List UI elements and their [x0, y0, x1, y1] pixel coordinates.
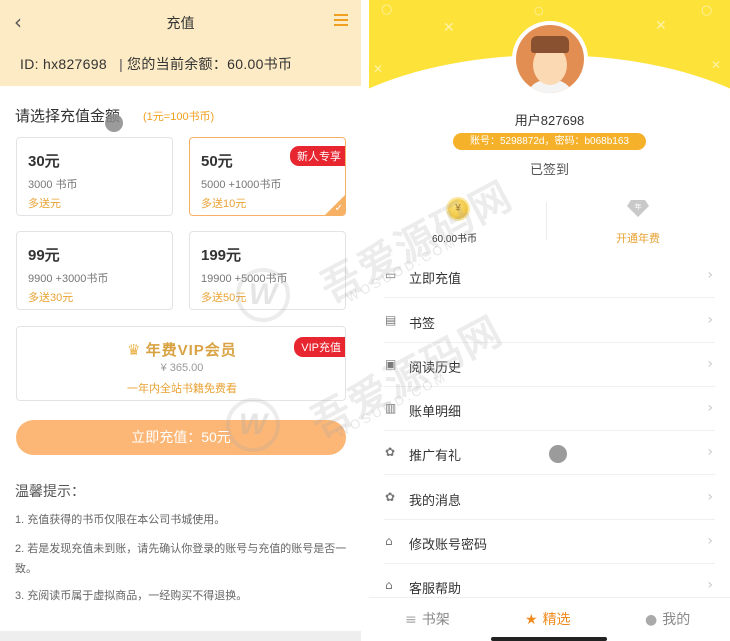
- tips-title: 温馨提示：: [15, 483, 85, 499]
- vip-description: 一年内全站书籍免费看: [127, 383, 237, 395]
- chevron-right-icon: ›: [707, 267, 713, 283]
- bookmark-icon: ▤: [385, 313, 397, 327]
- balance-text: 您的当前余额：60.00书币: [127, 56, 293, 72]
- row-divider: [384, 297, 715, 298]
- tab-label: 精选: [542, 611, 571, 627]
- pay-now-button[interactable]: 立即充值：50元: [16, 420, 346, 455]
- tab-featured[interactable]: ★ 精选: [525, 609, 571, 629]
- watermark-logo: W: [236, 268, 290, 322]
- option-amount: 50元: [201, 153, 233, 170]
- avatar[interactable]: [516, 25, 584, 93]
- decor-cross: ✕: [443, 20, 455, 36]
- account-credentials-badge: 账号：5298872d，密码：b068b163: [453, 133, 646, 150]
- star-icon: ★: [525, 612, 538, 628]
- vip-annual-option[interactable]: ♛ 年费VIP会员 ¥ 365.00 一年内全站书籍免费看 VIP充值: [16, 326, 346, 401]
- password-icon: ⌂: [385, 534, 393, 548]
- bottom-tab-bar: ≡ 书架 ★ 精选 ● 我的: [369, 597, 730, 641]
- chevron-right-icon: ›: [707, 400, 713, 416]
- option-coins: 9900 +3000书币: [28, 273, 109, 285]
- exchange-rate-label: (1元=100书币): [143, 111, 215, 123]
- chevron-right-icon: ›: [707, 489, 713, 505]
- diamond-icon: 年: [627, 200, 649, 217]
- decor-cross: ✕: [711, 58, 722, 72]
- tip-item: 3. 充阅读币属于虚拟商品，一经购买不得退换。: [15, 590, 248, 602]
- new-user-badge: 新人专享: [290, 146, 345, 166]
- option-bonus: 多送10元: [201, 198, 247, 210]
- chevron-right-icon: ›: [707, 577, 713, 593]
- svg-text:年: 年: [635, 202, 642, 211]
- option-coins: 3000 书币: [28, 179, 78, 191]
- stat-divider: [546, 202, 547, 240]
- chevron-right-icon: ›: [707, 533, 713, 549]
- annual-vip-link[interactable]: 开通年费: [616, 230, 660, 246]
- bottom-strip: [0, 631, 361, 641]
- username: 用户827698: [514, 113, 585, 128]
- sign-in-status[interactable]: 已签到: [369, 159, 730, 178]
- recharge-option-30[interactable]: 30元 3000 书币 多送元: [16, 137, 173, 216]
- option-amount: 99元: [28, 247, 60, 264]
- option-coins: 5000 +1000书币: [201, 179, 282, 191]
- hamburger-menu-icon[interactable]: [334, 14, 348, 27]
- chevron-right-icon: ›: [707, 444, 713, 460]
- tab-label: 我的: [662, 611, 691, 627]
- recharge-option-99[interactable]: 99元 9900 +3000书币 多送30元: [16, 231, 173, 310]
- separator: |: [119, 56, 124, 72]
- decor-circle: ○: [701, 3, 713, 18]
- menu-item-messages[interactable]: ✿ 我的消息 ›: [369, 476, 730, 520]
- bookshelf-icon: ≡: [405, 612, 417, 628]
- option-amount: 199元: [201, 247, 242, 264]
- decor-cross: ✕: [655, 18, 667, 34]
- avatar-hair: [531, 36, 569, 53]
- menu-item-promotion[interactable]: ✿ 推广有礼 ›: [369, 431, 730, 475]
- touch-indicator: [549, 445, 567, 463]
- menu-item-label: 我的消息: [409, 493, 462, 508]
- id-label: ID:: [20, 56, 39, 72]
- user-icon: ●: [645, 612, 658, 628]
- check-icon: ✓: [334, 203, 343, 214]
- tip-item: 1. 充值获得的书币仅限在本公司书城使用。: [15, 514, 226, 526]
- decor-circle: ○: [534, 4, 544, 17]
- tip-item: 2. 若是发现充值未到账，请先确认你登录的账号与充值的账号是否一致。: [15, 543, 347, 575]
- message-icon: ✿: [385, 490, 396, 504]
- row-divider: [384, 474, 715, 475]
- option-amount: 30元: [28, 153, 60, 170]
- menu-item-label: 客服帮助: [409, 581, 462, 596]
- option-bonus: 多送元: [28, 198, 61, 210]
- id-value: hx827698: [43, 56, 107, 72]
- option-bonus: 多送30元: [28, 292, 74, 304]
- touch-indicator: [105, 114, 123, 132]
- home-indicator: [491, 637, 607, 641]
- decor-cross: ✕: [373, 62, 384, 76]
- recharge-page: ‹ 充值 ID: hx827698 | 您的当前余额：60.00书币 请选择充值金…: [0, 0, 361, 641]
- page-title: 充值: [166, 15, 195, 31]
- menu-item-label: 账单明细: [409, 404, 462, 419]
- chevron-right-icon: ›: [707, 312, 713, 328]
- help-icon: ⌂: [385, 578, 393, 592]
- chevron-right-icon: ›: [707, 356, 713, 372]
- vip-title: 年费VIP会员: [145, 342, 237, 359]
- recharge-option-50[interactable]: 50元 5000 +1000书币 多送10元 新人专享 ✓: [189, 137, 346, 216]
- tab-bookshelf[interactable]: ≡ 书架: [405, 609, 450, 629]
- profile-page: ○ ✕ ○ ✕ ○ ✕ ✕ 用户827698 账号：5298872d，密码：b0…: [369, 0, 730, 641]
- share-icon: ✿: [385, 445, 396, 459]
- watermark-logo: W: [226, 398, 280, 452]
- crown-icon: ♛: [127, 341, 142, 359]
- account-balance-line: ID: hx827698 | 您的当前余额：60.00书币: [20, 54, 292, 74]
- menu-item-label: 修改账号密码: [409, 537, 488, 552]
- recharge-header: ‹ 充值 ID: hx827698 | 您的当前余额：60.00书币: [0, 0, 361, 86]
- tab-mine[interactable]: ● 我的: [645, 609, 690, 629]
- menu-item-change-password[interactable]: ⌂ 修改账号密码 ›: [369, 520, 730, 564]
- vip-badge: VIP充值: [294, 337, 345, 357]
- menu-item-label: 推广有礼: [409, 448, 462, 463]
- tab-label: 书架: [421, 611, 450, 627]
- decor-circle: ○: [381, 2, 393, 17]
- vip-price: ¥ 365.00: [160, 362, 204, 374]
